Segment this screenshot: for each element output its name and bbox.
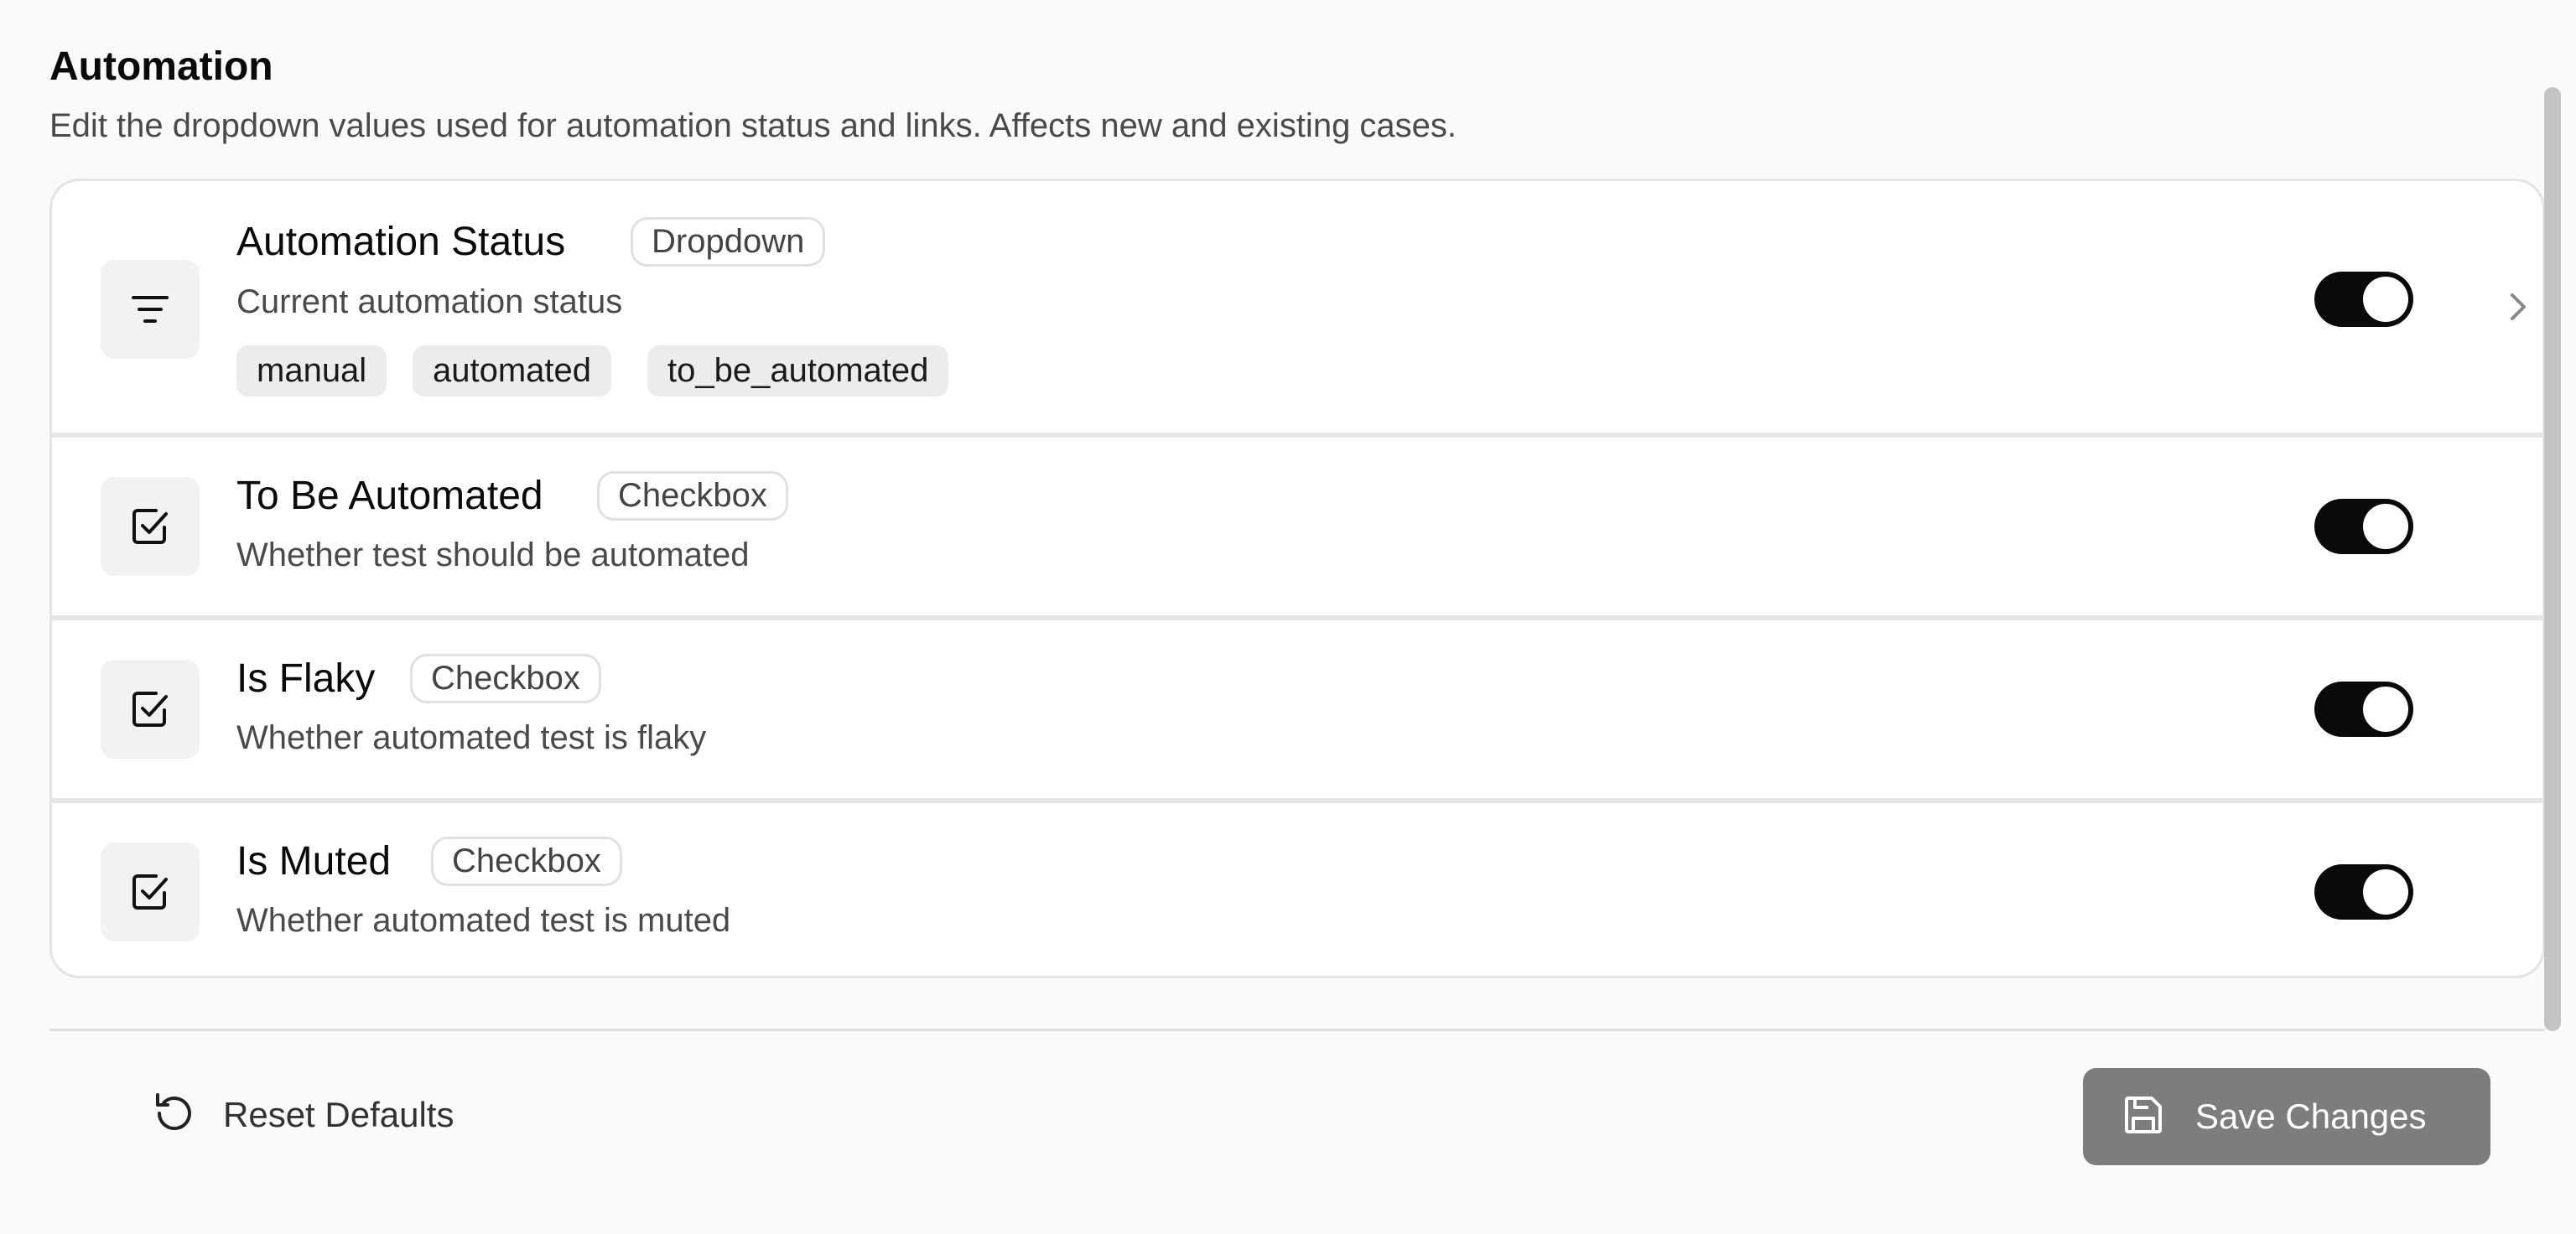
save-icon bbox=[2122, 1093, 2165, 1141]
save-changes-button[interactable]: Save Changes bbox=[2083, 1068, 2490, 1165]
section-description: Edit the dropdown values used for automa… bbox=[49, 107, 1457, 144]
scrollbar[interactable] bbox=[2544, 87, 2561, 1031]
toggle-knob bbox=[2363, 277, 2408, 322]
field-title: Automation Status bbox=[236, 220, 566, 264]
field-type-badge: Checkbox bbox=[597, 471, 788, 521]
field-title: Is Flaky bbox=[236, 656, 376, 701]
option-chip: to_be_automated bbox=[647, 345, 949, 397]
field-description: Whether automated test is muted bbox=[236, 902, 731, 939]
field-type-badge: Checkbox bbox=[431, 837, 622, 886]
option-chip: manual bbox=[236, 345, 387, 397]
toggle-knob bbox=[2363, 504, 2408, 549]
field-type-badge: Checkbox bbox=[410, 654, 601, 703]
field-description: Current automation status bbox=[236, 283, 623, 320]
field-description: Whether test should be automated bbox=[236, 537, 750, 573]
checkbox-icon bbox=[101, 660, 200, 759]
reset-defaults-button[interactable]: Reset Defaults bbox=[151, 1081, 454, 1148]
enable-toggle[interactable] bbox=[2314, 499, 2413, 554]
rotate-ccw-icon bbox=[151, 1090, 198, 1141]
section-title: Automation bbox=[49, 44, 273, 89]
automation-settings-page: Automation Edit the dropdown values used… bbox=[0, 0, 2576, 1234]
footer-divider bbox=[49, 1029, 2545, 1031]
field-row-is-flaky[interactable]: Is Flaky Checkbox Whether automated test… bbox=[52, 620, 2542, 798]
option-chip: automated bbox=[413, 345, 612, 397]
reset-defaults-label: Reset Defaults bbox=[223, 1095, 454, 1134]
toggle-knob bbox=[2363, 687, 2408, 732]
filter-lines-icon bbox=[101, 260, 200, 359]
field-title: To Be Automated bbox=[236, 474, 543, 518]
enable-toggle[interactable] bbox=[2314, 272, 2413, 327]
enable-toggle[interactable] bbox=[2314, 682, 2413, 737]
field-row-automation-status[interactable]: Automation Status Dropdown Current autom… bbox=[52, 181, 2542, 433]
fields-card: Automation Status Dropdown Current autom… bbox=[49, 179, 2545, 978]
field-type-badge: Dropdown bbox=[631, 217, 826, 267]
field-row-to-be-automated[interactable]: To Be Automated Checkbox Whether test sh… bbox=[52, 438, 2542, 615]
field-description: Whether automated test is flaky bbox=[236, 719, 707, 756]
checkbox-icon bbox=[101, 843, 200, 941]
field-title: Is Muted bbox=[236, 839, 392, 884]
chevron-right-icon[interactable] bbox=[2501, 290, 2534, 324]
save-changes-label: Save Changes bbox=[2195, 1097, 2427, 1136]
checkbox-icon bbox=[101, 477, 200, 576]
toggle-knob bbox=[2363, 869, 2408, 915]
enable-toggle[interactable] bbox=[2314, 864, 2413, 920]
field-row-is-muted[interactable]: Is Muted Checkbox Whether automated test… bbox=[52, 803, 2542, 976]
